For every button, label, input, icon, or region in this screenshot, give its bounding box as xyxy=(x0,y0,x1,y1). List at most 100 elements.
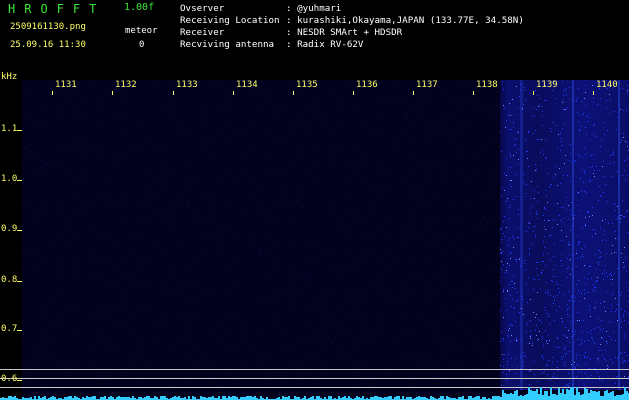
spectrogram-plot[interactable] xyxy=(22,80,629,400)
signal-pixel xyxy=(613,152,614,153)
signal-pixel xyxy=(584,246,585,247)
signal-pixel xyxy=(620,222,621,223)
baseline-bar xyxy=(390,396,392,400)
signal-pixel xyxy=(501,338,502,339)
signal-pixel xyxy=(610,273,611,274)
signal-pixel xyxy=(579,115,580,116)
signal-pixel xyxy=(552,90,553,91)
baseline-bar xyxy=(586,389,588,400)
signal-pixel xyxy=(609,94,610,95)
signal-pixel xyxy=(511,186,512,187)
signal-pixel xyxy=(578,372,579,373)
signal-pixel xyxy=(598,327,599,328)
signal-pixel xyxy=(544,307,545,308)
signal-pixel xyxy=(503,233,504,234)
signal-pixel xyxy=(570,144,571,145)
signal-pixel xyxy=(540,152,541,153)
signal-pixel xyxy=(602,331,603,332)
signal-pixel xyxy=(582,169,583,170)
signal-pixel xyxy=(550,380,551,381)
baseline-bar xyxy=(34,396,36,400)
signal-pixel xyxy=(619,178,620,179)
baseline-bar xyxy=(504,393,506,400)
signal-pixel xyxy=(610,359,611,360)
signal-pixel xyxy=(612,245,613,246)
baseline-bar xyxy=(68,396,70,400)
signal-pixel xyxy=(528,132,529,133)
signal-pixel xyxy=(570,181,571,182)
signal-pixel xyxy=(626,282,627,283)
signal-pixel xyxy=(579,129,580,130)
signal-pixel xyxy=(528,277,529,278)
baseline-bar xyxy=(162,396,164,400)
signal-pixel xyxy=(615,383,616,384)
signal-pixel xyxy=(617,304,618,305)
signal-pixel xyxy=(535,130,536,131)
baseline-bar xyxy=(530,390,532,400)
app-version: 1.00f xyxy=(124,2,155,13)
signal-pixel xyxy=(555,166,556,167)
signal-pixel xyxy=(609,113,610,114)
signal-pixel xyxy=(598,359,599,360)
signal-pixel xyxy=(594,343,595,344)
signal-pixel xyxy=(546,209,547,210)
signal-pixel xyxy=(584,191,585,192)
signal-pixel xyxy=(602,273,603,274)
signal-pixel xyxy=(545,157,546,158)
receiver-value: : NESDR SMArt + HDSDR xyxy=(286,27,403,38)
signal-pixel xyxy=(613,154,614,155)
signal-pixel xyxy=(561,138,562,139)
baseline-bar xyxy=(558,388,560,400)
signal-pixel xyxy=(560,133,561,134)
observer-value: : @yuhmari xyxy=(286,3,342,14)
signal-pixel xyxy=(559,292,560,293)
signal-pixel xyxy=(541,322,542,323)
signal-pixel xyxy=(518,132,519,133)
signal-pixel xyxy=(506,201,507,202)
signal-pixel xyxy=(548,220,549,221)
baseline-bar xyxy=(580,395,582,400)
signal-pixel xyxy=(566,197,567,198)
signal-pixel xyxy=(593,173,594,174)
reference-line xyxy=(0,378,629,379)
signal-pixel xyxy=(613,292,614,293)
signal-pixel xyxy=(543,345,544,346)
signal-pixel xyxy=(571,336,572,337)
signal-pixel xyxy=(504,354,505,355)
signal-pixel xyxy=(624,352,625,353)
baseline-bar xyxy=(610,392,612,400)
x-tick-mark xyxy=(593,91,594,95)
signal-pixel xyxy=(526,332,527,333)
signal-pixel xyxy=(624,170,625,171)
signal-pixel xyxy=(563,175,564,176)
signal-pixel xyxy=(568,308,569,309)
signal-pixel xyxy=(585,127,586,128)
signal-pixel xyxy=(560,150,561,151)
signal-pixel xyxy=(580,178,581,179)
signal-pixel xyxy=(574,362,575,363)
signal-pixel xyxy=(623,267,624,268)
signal-pixel xyxy=(618,191,619,192)
signal-pixel xyxy=(513,127,514,128)
x-tick-label: 1140 xyxy=(596,80,618,90)
signal-pixel xyxy=(594,307,595,308)
signal-pixel xyxy=(556,310,557,311)
signal-pixel xyxy=(516,373,517,374)
signal-pixel xyxy=(590,180,591,181)
signal-pixel xyxy=(571,269,572,270)
signal-pixel xyxy=(597,262,598,263)
signal-pixel xyxy=(529,343,530,344)
signal-pixel xyxy=(576,253,577,254)
x-tick-label: 1135 xyxy=(296,80,318,90)
x-tick-label: 1138 xyxy=(476,80,498,90)
signal-pixel xyxy=(557,295,558,296)
signal-pixel xyxy=(545,330,546,331)
baseline-bar xyxy=(526,394,528,400)
signal-pixel xyxy=(501,228,502,229)
signal-pixel xyxy=(521,266,522,267)
signal-pixel xyxy=(627,90,628,91)
signal-pixel xyxy=(620,218,621,219)
signal-pixel xyxy=(552,281,553,282)
signal-pixel xyxy=(501,242,502,243)
signal-pixel xyxy=(610,155,611,156)
